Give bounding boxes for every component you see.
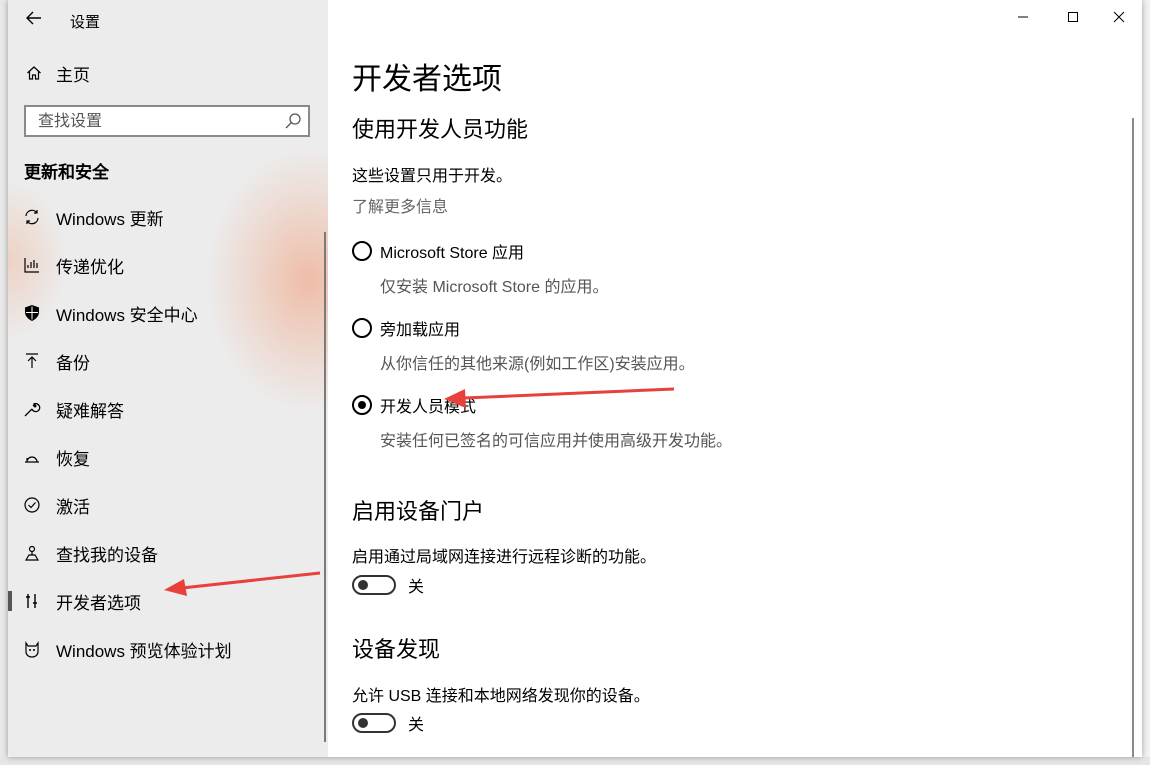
- toggle-state-label: 关: [408, 579, 425, 596]
- radio-button-checked[interactable]: [352, 395, 372, 415]
- radio-button[interactable]: [352, 241, 372, 261]
- developer-tools-icon: [22, 591, 42, 611]
- search-box[interactable]: [24, 105, 310, 137]
- home-label: 主页: [56, 65, 90, 85]
- insider-cat-icon: [22, 639, 42, 659]
- section-title: 更新和安全: [24, 163, 109, 182]
- sidebar-item-label: Windows 更新: [56, 209, 164, 229]
- sidebar-item-label: Windows 预览体验计划: [56, 641, 232, 661]
- radio-description: 仅安装 Microsoft Store 的应用。: [380, 279, 609, 296]
- device-portal-description: 启用通过局域网连接进行远程诊断的功能。: [352, 549, 657, 566]
- app-title: 设置: [70, 14, 101, 31]
- radio-description: 安装任何已签名的可信应用并使用高级开发功能。: [380, 433, 733, 450]
- sidebar-item-troubleshoot[interactable]: 疑难解答: [8, 385, 324, 433]
- sidebar-nav: Windows 更新 传递优化 Windows 安全中心 备份 疑难解答 恢复 …: [8, 193, 324, 673]
- sidebar-item-activation[interactable]: 激活: [8, 481, 324, 529]
- radio-description: 从你信任的其他来源(例如工作区)安装应用。: [380, 356, 695, 373]
- wrench-icon: [22, 399, 42, 419]
- background-right: [1142, 0, 1150, 765]
- dev-features-heading: 使用开发人员功能: [352, 117, 529, 142]
- minimize-button[interactable]: [1000, 4, 1046, 30]
- toggle-state-label: 关: [408, 717, 425, 734]
- title-bar: 设置: [8, 0, 328, 38]
- sidebar-item-windows-security[interactable]: Windows 安全中心: [8, 289, 324, 337]
- sidebar-scrollbar[interactable]: [324, 232, 326, 742]
- sidebar-item-label: 备份: [56, 353, 90, 373]
- maximize-button[interactable]: [1050, 4, 1096, 30]
- search-icon[interactable]: [284, 112, 302, 130]
- sidebar-item-find-my-device[interactable]: 查找我的设备: [8, 529, 324, 577]
- search-input[interactable]: [36, 111, 280, 133]
- check-circle-icon: [22, 495, 42, 515]
- sidebar-item-windows-insider[interactable]: Windows 预览体验计划: [8, 625, 324, 673]
- minimize-icon: [1018, 16, 1028, 18]
- sidebar-item-label: Windows 安全中心: [56, 305, 198, 325]
- find-device-icon: [22, 543, 42, 563]
- device-discovery-description: 允许 USB 连接和本地网络发现你的设备。: [352, 688, 650, 705]
- sidebar-item-delivery-optimization[interactable]: 传递优化: [8, 241, 324, 289]
- radio-button[interactable]: [352, 318, 372, 338]
- device-discovery-toggle-row[interactable]: 关: [352, 711, 424, 735]
- device-discovery-toggle[interactable]: [352, 713, 396, 733]
- radio-label: 开发人员模式: [380, 399, 477, 416]
- device-portal-toggle-row[interactable]: 关: [352, 573, 424, 597]
- radio-sideload[interactable]: 旁加载应用: [352, 316, 460, 340]
- close-button[interactable]: [1096, 4, 1142, 30]
- toggle-knob: [358, 718, 368, 728]
- backup-icon: [22, 351, 42, 371]
- learn-more-link[interactable]: 了解更多信息: [352, 193, 448, 217]
- sidebar-item-label: 开发者选项: [56, 593, 141, 613]
- sidebar-item-label: 疑难解答: [56, 401, 124, 421]
- sidebar-item-label: 传递优化: [56, 257, 124, 277]
- background-bottom: [0, 757, 1150, 765]
- sidebar-item-label: 恢复: [56, 449, 90, 469]
- sidebar-item-home[interactable]: 主页: [24, 58, 90, 88]
- delivery-optimization-icon: [22, 255, 42, 275]
- radio-label: 旁加载应用: [380, 322, 461, 339]
- sidebar-item-label: 激活: [56, 497, 90, 517]
- sidebar-item-backup[interactable]: 备份: [8, 337, 324, 385]
- sidebar: 设置 主页 更新和安全: [8, 0, 328, 757]
- dev-features-intro: 这些设置只用于开发。: [352, 168, 513, 185]
- back-arrow-icon: [26, 11, 41, 25]
- background-left: [0, 0, 8, 765]
- radio-label: Microsoft Store 应用: [380, 245, 525, 262]
- selection-indicator: [8, 591, 12, 611]
- sync-icon: [22, 207, 42, 227]
- device-portal-heading: 启用设备门户: [352, 499, 485, 524]
- sidebar-item-developer-options[interactable]: 开发者选项: [8, 577, 324, 625]
- settings-window: 设置 主页 更新和安全: [8, 0, 1142, 757]
- sidebar-item-windows-update[interactable]: Windows 更新: [8, 193, 324, 241]
- sidebar-item-label: 查找我的设备: [56, 545, 158, 565]
- radio-microsoft-store[interactable]: Microsoft Store 应用: [352, 239, 524, 263]
- device-portal-toggle[interactable]: [352, 575, 396, 595]
- device-discovery-heading: 设备发现: [352, 637, 441, 662]
- sidebar-item-recovery[interactable]: 恢复: [8, 433, 324, 481]
- shield-icon: [22, 303, 42, 323]
- main-content: 开发者选项 使用开发人员功能 这些设置只用于开发。 了解更多信息 Microso…: [328, 0, 1142, 757]
- maximize-icon: [1068, 12, 1078, 22]
- home-icon: [24, 63, 44, 83]
- page-title: 开发者选项: [352, 63, 502, 96]
- main-scrollbar[interactable]: [1132, 118, 1134, 757]
- toggle-knob: [358, 580, 368, 590]
- radio-developer-mode[interactable]: 开发人员模式: [352, 393, 476, 417]
- recovery-icon: [22, 447, 42, 467]
- back-button[interactable]: [22, 6, 46, 30]
- close-icon: [1113, 11, 1125, 23]
